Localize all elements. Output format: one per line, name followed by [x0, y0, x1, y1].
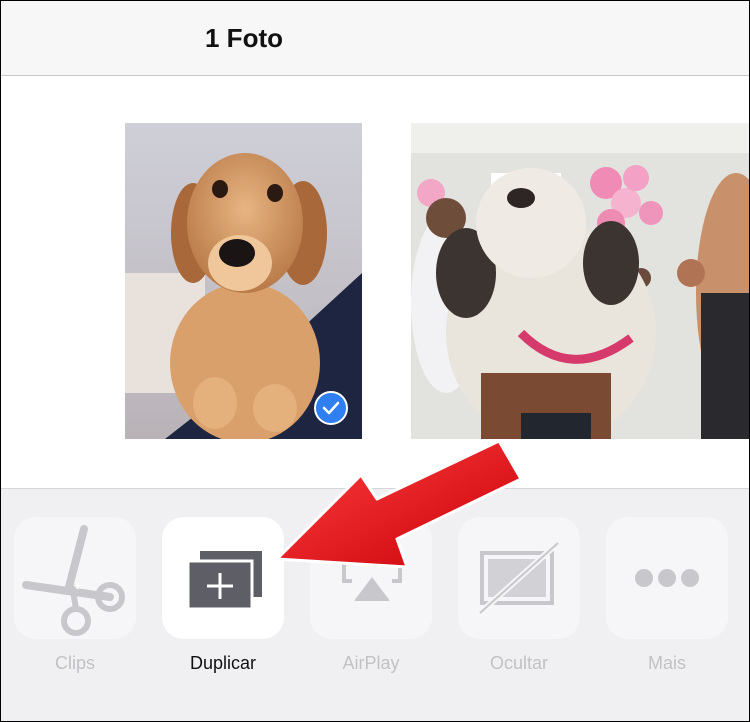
photo-strip[interactable] — [1, 76, 749, 489]
airplay-button[interactable]: AirPlay — [310, 517, 432, 674]
photo-thumbnail-shih-tzu[interactable] — [411, 123, 749, 439]
action-row: + Clips Duplicar AirPlay Ocultar Mais — [1, 489, 749, 721]
mais-label: Mais — [647, 653, 686, 673]
photo-thumbnail-puppy[interactable] — [125, 123, 362, 439]
share-sheet: 1 Foto + Clips Duplicar AirPlay Ocultar … — [0, 0, 750, 722]
selected-check-icon — [314, 391, 348, 425]
airplay-icon — [342, 549, 402, 601]
clips-button[interactable]: + Clips — [14, 517, 136, 674]
duplicar-button[interactable]: Duplicar — [162, 517, 284, 674]
airplay-label: AirPlay — [342, 653, 400, 673]
scissors-icon: + — [22, 525, 125, 636]
mais-button[interactable]: Mais — [606, 517, 728, 674]
ocultar-label: Ocultar — [489, 653, 549, 673]
svg-text:+: + — [73, 578, 82, 595]
duplicar-label: Duplicar — [189, 653, 257, 673]
header-bar: 1 Foto — [1, 1, 749, 76]
clips-label: Clips — [54, 653, 95, 673]
mais-tile[interactable] — [606, 517, 728, 639]
page-title: 1 Foto — [205, 23, 283, 53]
ocultar-tile[interactable] — [458, 517, 580, 639]
hide-icon — [477, 540, 561, 616]
duplicar-tile[interactable] — [162, 517, 284, 639]
clips-tile[interactable]: + — [14, 517, 136, 639]
more-icon — [635, 569, 699, 587]
duplicate-icon — [186, 551, 262, 611]
ocultar-button[interactable]: Ocultar — [458, 517, 580, 674]
airplay-tile[interactable] — [310, 517, 432, 639]
